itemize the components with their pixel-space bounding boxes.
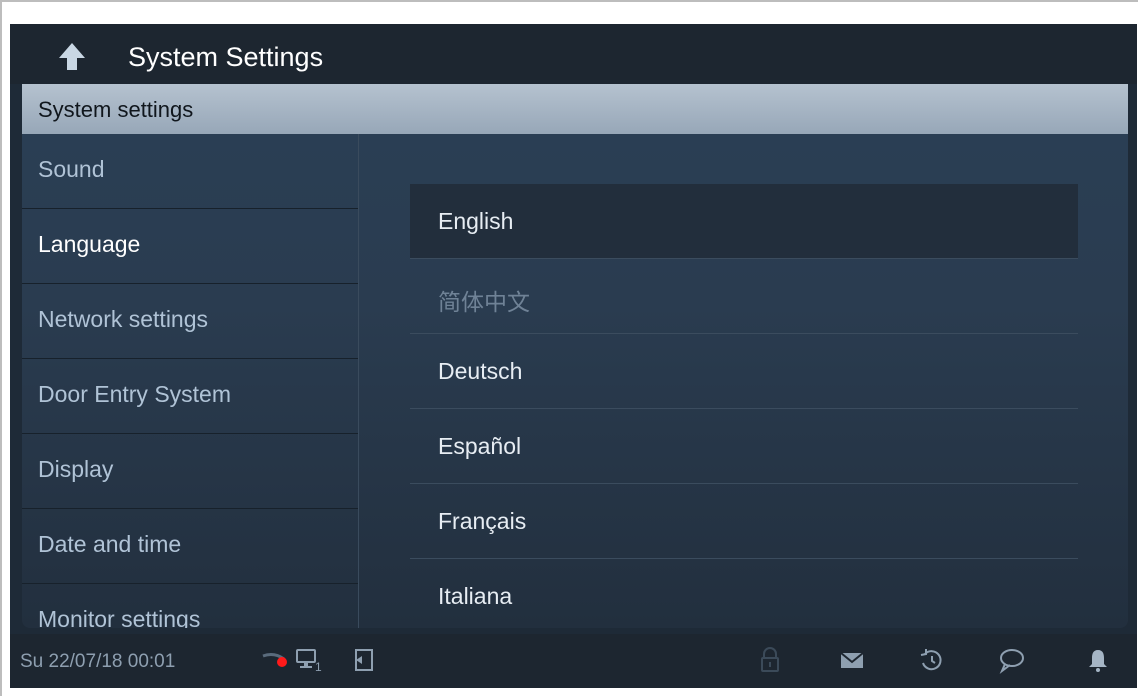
- language-label: English: [438, 208, 514, 234]
- status-bar: Su 22/07/18 00:01 1: [10, 634, 1137, 688]
- language-option-english[interactable]: English: [410, 184, 1078, 259]
- sidebar-item-monitor-settings[interactable]: Monitor settings: [22, 584, 358, 628]
- panel-header: System settings: [22, 84, 1128, 134]
- lock-icon[interactable]: [754, 644, 786, 676]
- door-release-icon[interactable]: [348, 644, 380, 676]
- sidebar-item-display[interactable]: Display: [22, 434, 358, 509]
- sidebar-item-network-settings[interactable]: Network settings: [22, 284, 358, 359]
- sidebar-item-label: Door Entry System: [38, 381, 231, 407]
- sidebar-item-label: Display: [38, 456, 114, 482]
- sidebar-item-label: Monitor settings: [38, 606, 201, 628]
- history-icon[interactable]: [916, 644, 948, 676]
- page-title: System Settings: [128, 42, 324, 72]
- sidebar-item-label: Network settings: [38, 306, 209, 332]
- language-label: Français: [438, 508, 527, 534]
- monitor-index: 1: [315, 660, 322, 674]
- language-option-spanish[interactable]: Español: [410, 409, 1078, 484]
- mail-icon[interactable]: [836, 644, 868, 676]
- language-option-chinese[interactable]: 简体中文: [410, 259, 1078, 334]
- panel-header-label: System settings: [38, 97, 194, 122]
- language-label: Deutsch: [438, 358, 523, 384]
- language-option-italian[interactable]: Italiana: [410, 559, 1078, 628]
- sidebar: Sound Language Network settings Door Ent…: [22, 134, 359, 628]
- bell-icon[interactable]: [1082, 644, 1114, 676]
- camera-recording-icon: [262, 653, 287, 667]
- language-option-french[interactable]: Français: [410, 484, 1078, 559]
- settings-panel: System settings Sound Language Network s…: [22, 84, 1128, 628]
- chat-icon[interactable]: [996, 644, 1028, 676]
- language-option-german[interactable]: Deutsch: [410, 334, 1078, 409]
- sidebar-item-sound[interactable]: Sound: [22, 134, 358, 209]
- title-bar: System Settings: [10, 24, 1137, 84]
- sidebar-item-door-entry-system[interactable]: Door Entry System: [22, 359, 358, 434]
- sidebar-item-label: Date and time: [38, 531, 182, 557]
- sidebar-item-language[interactable]: Language: [22, 209, 358, 284]
- sidebar-item-label: Language: [38, 231, 141, 257]
- sidebar-item-label: Sound: [38, 156, 105, 182]
- language-label: Italiana: [438, 583, 513, 609]
- sidebar-item-date-and-time[interactable]: Date and time: [22, 509, 358, 584]
- language-label: Español: [438, 433, 522, 459]
- language-label: 简体中文: [438, 289, 530, 315]
- device-screen: System Settings System settings Sound La…: [10, 24, 1137, 688]
- status-datetime: Su 22/07/18 00:01: [20, 651, 176, 672]
- back-arrow-icon[interactable]: [54, 39, 90, 75]
